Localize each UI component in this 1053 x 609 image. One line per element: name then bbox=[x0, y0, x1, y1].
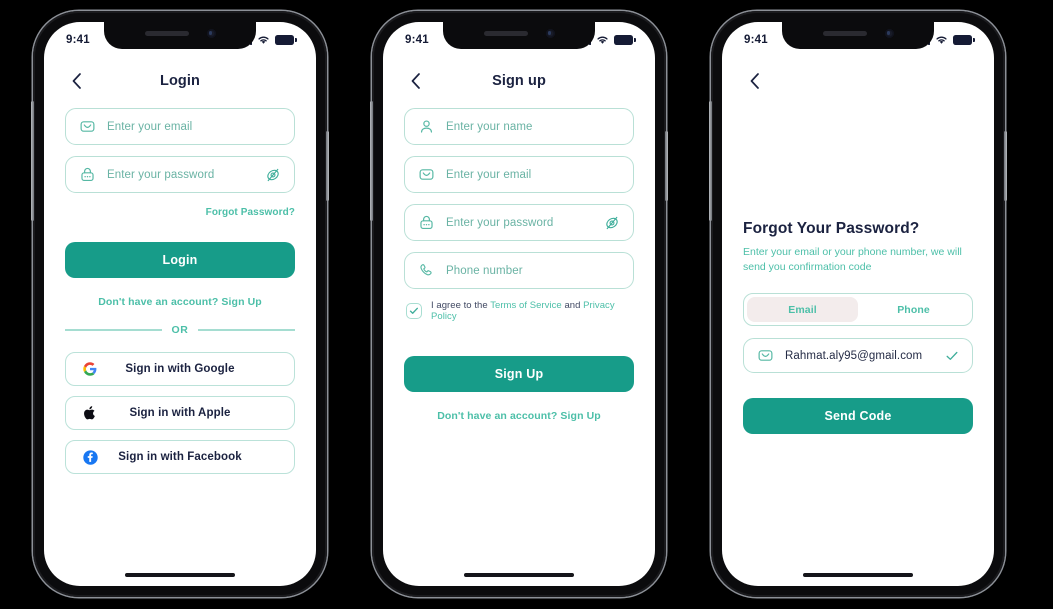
phone-icon bbox=[418, 262, 435, 279]
back-button[interactable] bbox=[404, 70, 426, 92]
terms-text: I agree to the Terms of Service and Priv… bbox=[431, 300, 634, 322]
notch bbox=[104, 22, 256, 49]
navbar-login: Login bbox=[65, 66, 295, 96]
email-field[interactable]: Rahmat.aly95@gmail.com bbox=[743, 338, 973, 374]
name-field[interactable]: Enter your name bbox=[404, 108, 634, 145]
home-indicator bbox=[464, 573, 574, 577]
home-indicator bbox=[125, 573, 235, 577]
password-field[interactable]: Enter your password bbox=[404, 204, 634, 241]
or-divider: OR bbox=[65, 324, 296, 336]
email-field[interactable]: Enter your email bbox=[404, 156, 634, 193]
apple-icon bbox=[80, 405, 100, 421]
envelope-icon bbox=[418, 166, 435, 183]
status-time: 9:41 bbox=[744, 34, 768, 46]
segment-phone[interactable]: Phone bbox=[858, 297, 969, 322]
forgot-password-subtitle: Enter your email or your phone number, w… bbox=[743, 246, 962, 274]
divider-label: OR bbox=[171, 324, 189, 336]
back-button[interactable] bbox=[65, 70, 87, 92]
back-button[interactable] bbox=[743, 70, 765, 92]
password-placeholder: Enter your password bbox=[107, 168, 215, 181]
terms-of-service-link[interactable]: Terms of Service bbox=[490, 300, 562, 311]
speaker-icon bbox=[144, 31, 189, 36]
page-root: 9:41 Login Enter your email Enter your p… bbox=[0, 0, 1053, 609]
chevron-left-icon bbox=[72, 73, 81, 89]
login-content: Login Enter your email Enter your passwo… bbox=[44, 22, 316, 586]
terms-prefix: I agree to the bbox=[431, 300, 491, 311]
name-placeholder: Enter your name bbox=[446, 120, 533, 133]
login-button[interactable]: Login bbox=[65, 242, 295, 278]
forgot-password-row: Forgot Password? bbox=[65, 202, 295, 220]
signup-link[interactable]: Don't have an account? Sign Up bbox=[65, 296, 295, 308]
battery-icon bbox=[953, 35, 975, 45]
send-code-button[interactable]: Send Code bbox=[743, 398, 973, 435]
forgot-password-content: Forgot Your Password? Enter your email o… bbox=[722, 22, 994, 586]
chevron-left-icon bbox=[411, 73, 420, 89]
phone-login: 9:41 Login Enter your email Enter your p… bbox=[31, 11, 329, 597]
google-signin-label: Sign in with Google bbox=[125, 363, 235, 375]
envelope-icon bbox=[79, 118, 96, 135]
google-signin-button[interactable]: Sign in with Google bbox=[65, 352, 295, 386]
navbar-signup: Sign up bbox=[404, 66, 634, 96]
email-placeholder: Enter your email bbox=[446, 168, 532, 181]
phone-field[interactable]: Phone number bbox=[404, 252, 634, 289]
email-value: Rahmat.aly95@gmail.com bbox=[785, 349, 923, 362]
signup-link[interactable]: Don't have an account? Sign Up bbox=[404, 410, 634, 422]
wifi-icon bbox=[936, 36, 947, 44]
page-title: Login bbox=[160, 73, 200, 89]
facebook-signin-button[interactable]: Sign in with Facebook bbox=[65, 440, 295, 474]
envelope-icon bbox=[757, 347, 774, 364]
home-indicator bbox=[803, 573, 913, 577]
speaker-icon bbox=[483, 31, 528, 36]
apple-signin-button[interactable]: Sign in with Apple bbox=[65, 396, 295, 430]
speaker-icon bbox=[822, 31, 867, 36]
wifi-icon bbox=[258, 36, 269, 44]
facebook-icon bbox=[80, 449, 100, 465]
google-icon bbox=[80, 362, 100, 376]
phone-placeholder: Phone number bbox=[446, 264, 523, 277]
chevron-left-icon bbox=[750, 73, 759, 89]
notch bbox=[782, 22, 934, 49]
lock-icon bbox=[79, 166, 96, 183]
contact-method-toggle: Email Phone bbox=[743, 293, 973, 327]
wifi-icon bbox=[597, 36, 608, 44]
front-camera-icon bbox=[206, 29, 216, 38]
screen-forgot-password: 9:41 Forgot Your Password? Enter your em… bbox=[722, 22, 994, 586]
status-time: 9:41 bbox=[66, 34, 90, 46]
page-title: Sign up bbox=[492, 73, 546, 89]
notch bbox=[443, 22, 595, 49]
eye-off-icon[interactable] bbox=[604, 215, 620, 231]
email-field[interactable]: Enter your email bbox=[65, 108, 295, 145]
phone-signup: 9:41 Sign up Enter your name Enter your … bbox=[370, 11, 668, 597]
phone-forgot-password: 9:41 Forgot Your Password? Enter your em… bbox=[709, 11, 1007, 597]
front-camera-icon bbox=[545, 29, 555, 38]
forgot-password-title: Forgot Your Password? bbox=[743, 220, 920, 237]
password-placeholder: Enter your password bbox=[446, 216, 554, 229]
signup-button[interactable]: Sign Up bbox=[404, 356, 634, 392]
screen-signup: 9:41 Sign up Enter your name Enter your … bbox=[383, 22, 655, 586]
forgot-password-link[interactable]: Forgot Password? bbox=[206, 207, 295, 218]
battery-icon bbox=[614, 35, 636, 45]
divider-line-left bbox=[65, 329, 162, 331]
check-icon bbox=[945, 349, 959, 363]
email-placeholder: Enter your email bbox=[107, 120, 193, 133]
apple-signin-label: Sign in with Apple bbox=[129, 407, 231, 419]
signup-content: Sign up Enter your name Enter your email… bbox=[383, 22, 655, 586]
lock-icon bbox=[418, 214, 435, 231]
facebook-signin-label: Sign in with Facebook bbox=[118, 451, 242, 463]
terms-conjunction: and bbox=[561, 300, 584, 311]
check-icon bbox=[409, 307, 418, 314]
user-icon bbox=[418, 118, 435, 135]
battery-icon bbox=[275, 35, 297, 45]
status-time: 9:41 bbox=[405, 34, 429, 46]
navbar-forgot-password bbox=[743, 66, 973, 96]
screen-login: 9:41 Login Enter your email Enter your p… bbox=[44, 22, 316, 586]
front-camera-icon bbox=[884, 29, 894, 38]
terms-checkbox[interactable] bbox=[406, 303, 422, 319]
password-field[interactable]: Enter your password bbox=[65, 156, 295, 193]
divider-line-right bbox=[198, 329, 296, 331]
segment-email[interactable]: Email bbox=[747, 297, 858, 323]
terms-row: I agree to the Terms of Service and Priv… bbox=[406, 300, 634, 322]
eye-off-icon[interactable] bbox=[265, 167, 281, 183]
